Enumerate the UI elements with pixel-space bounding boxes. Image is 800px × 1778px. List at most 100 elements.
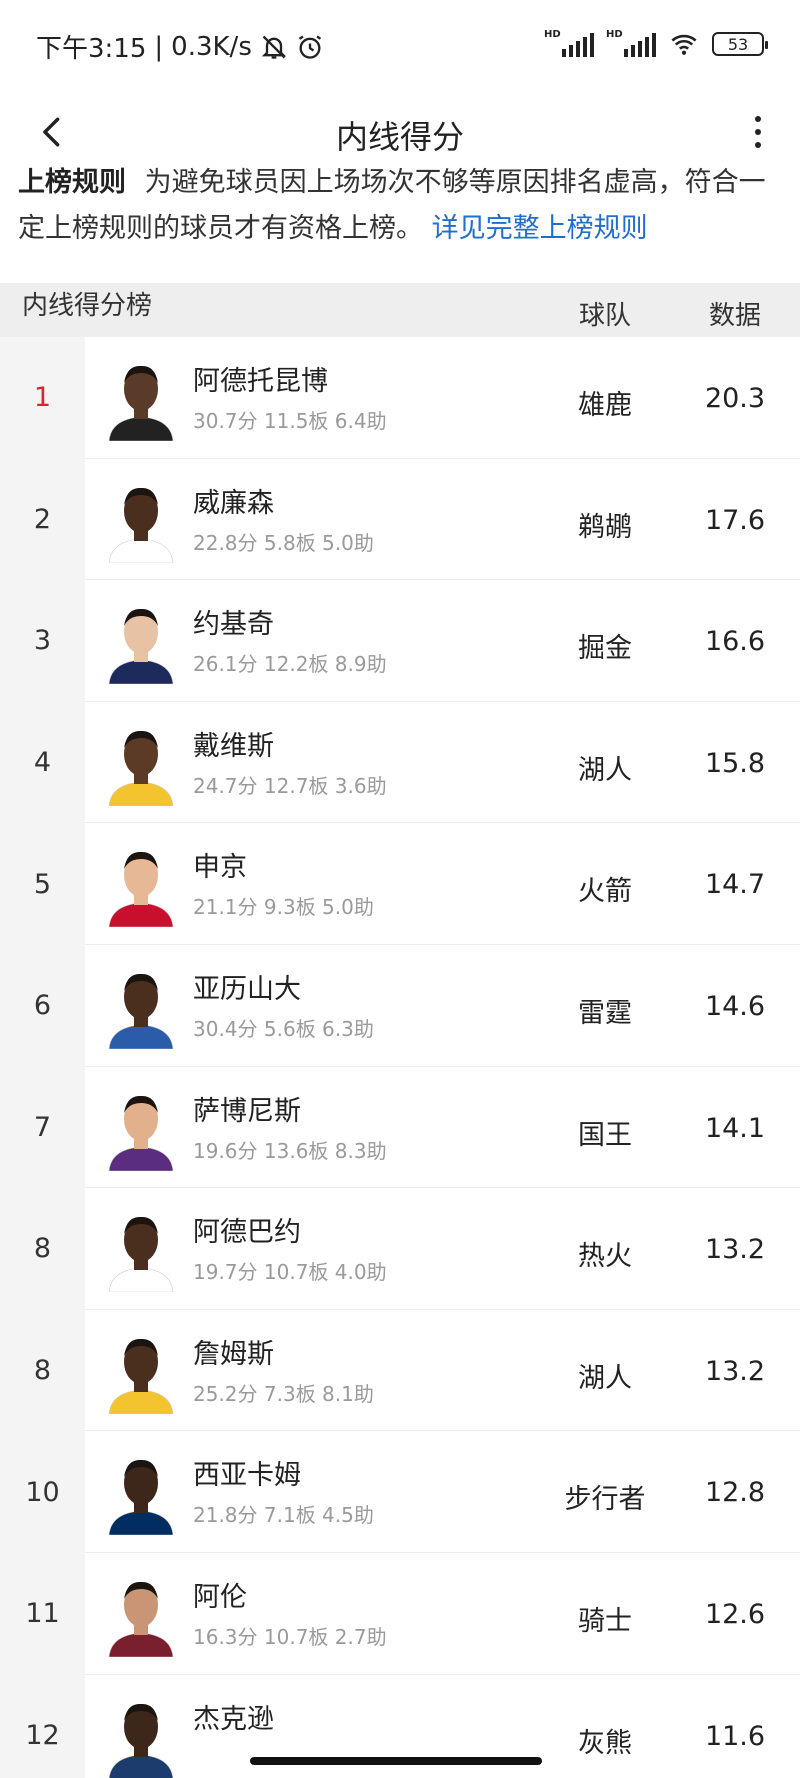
full-rules-link[interactable]: 详见完整上榜规则 xyxy=(432,213,648,244)
row-body: 亚历山大 30.4分 5.6板 6.3助 雷霆 14.6 xyxy=(85,945,800,1067)
rank-label: 6 xyxy=(33,990,52,1022)
stat-value: 14.7 xyxy=(704,869,766,901)
stat-value: 11.6 xyxy=(704,1720,766,1752)
row-body: 西亚卡姆 21.8分 7.1板 4.5助 步行者 12.8 xyxy=(85,1431,800,1553)
stat-value: 15.8 xyxy=(704,747,766,779)
table-header: 内线得分榜 球队 数据 xyxy=(0,283,800,337)
table-row[interactable]: 8 阿德巴约 19.7分 10.7板 4.0助 热火 13.2 xyxy=(0,1188,800,1310)
rank-number: 3 xyxy=(0,580,85,702)
mute-bell-icon xyxy=(261,35,287,59)
row-body: 约基奇 26.1分 12.2板 8.9助 掘金 16.6 xyxy=(85,580,800,702)
row-body: 戴维斯 24.7分 12.7板 3.6助 湖人 15.8 xyxy=(85,702,800,824)
rank-number: 12 xyxy=(0,1674,85,1778)
page-title: 内线得分 xyxy=(335,118,464,156)
player-stats: 26.1分 12.2板 8.9助 xyxy=(193,652,387,677)
table-row[interactable]: 4 戴维斯 24.7分 12.7板 3.6助 湖人 15.8 xyxy=(0,701,800,824)
player-stats: 21.1分 9.3板 5.0助 xyxy=(193,895,374,920)
player-avatar xyxy=(108,1338,174,1414)
column-header-team: 球队 xyxy=(578,301,631,331)
status-separator: | xyxy=(154,31,164,62)
stat-value: 13.2 xyxy=(704,1355,766,1387)
battery-icon: 53 xyxy=(712,32,768,56)
rank-label: 8 xyxy=(33,1355,52,1387)
stat-value: 12.8 xyxy=(704,1477,766,1509)
row-body: 威廉森 22.8分 5.8板 5.0助 鹈鹕 17.6 xyxy=(85,459,800,581)
team-name: 湖人 xyxy=(578,754,632,786)
network-speed: 0.3K/s xyxy=(171,31,252,62)
row-body: 阿德巴约 19.7分 10.7板 4.0助 热火 13.2 xyxy=(85,1188,800,1310)
player-avatar xyxy=(108,1217,174,1293)
team-name: 热火 xyxy=(578,1241,632,1273)
team-name: 骑士 xyxy=(578,1605,632,1637)
stat-value: 16.6 xyxy=(704,626,766,658)
rank-label: 7 xyxy=(33,1111,52,1143)
more-dot xyxy=(755,129,761,135)
team-name: 国王 xyxy=(578,1119,632,1151)
home-indicator[interactable] xyxy=(250,1757,542,1765)
team-name: 雄鹿 xyxy=(578,390,632,421)
team-name: 湖人 xyxy=(578,1362,632,1394)
stat-value: 14.6 xyxy=(704,990,766,1022)
column-header-data: 数据 xyxy=(708,301,761,331)
table-row[interactable]: 1 阿德托昆博 30.7分 11.5板 6.4助 雄鹿 20.3 xyxy=(0,337,800,459)
rank-label: 2 xyxy=(33,503,52,535)
player-stats: 19.6分 13.6板 8.3助 xyxy=(193,1138,387,1163)
rule-text: 为避免球员因上场场次不够等原因排名虚高，符合一定上榜规则的球员才有资格上榜。 xyxy=(18,167,766,244)
row-body: 阿德托昆博 30.7分 11.5板 6.4助 雄鹿 20.3 xyxy=(85,337,800,459)
rank-number: 6 xyxy=(0,944,85,1067)
table-row[interactable]: 11 阿伦 16.3分 10.7板 2.7助 骑士 12.6 xyxy=(0,1552,800,1675)
hd-label: HD xyxy=(544,29,561,40)
player-stats: 24.7分 12.7板 3.6助 xyxy=(193,773,387,798)
ranking-table: 内线得分榜 球队 数据 1 阿德托昆博 30.7分 11.5板 6.4助 雄鹿 20.3… xyxy=(0,283,800,1778)
row-body: 詹姆斯 25.2分 7.3板 8.1助 湖人 13.2 xyxy=(85,1310,800,1432)
more-button[interactable] xyxy=(738,102,778,162)
status-time: 下午3:15 xyxy=(36,34,147,64)
rank-label: 12 xyxy=(25,1719,60,1751)
row-body: 申京 21.1分 9.3板 5.0助 火箭 14.7 xyxy=(85,823,800,945)
table-row[interactable]: 7 萨博尼斯 19.6分 13.6板 8.3助 国王 14.1 xyxy=(0,1066,800,1189)
player-name: 阿德巴约 xyxy=(193,1217,301,1249)
table-row[interactable]: 10 西亚卡姆 21.8分 7.1板 4.5助 步行者 12.8 xyxy=(0,1431,800,1553)
stat-value: 17.6 xyxy=(704,504,766,536)
player-avatar xyxy=(108,730,174,806)
table-row[interactable]: 6 亚历山大 30.4分 5.6板 6.3助 雷霆 14.6 xyxy=(0,944,800,1067)
rule-label: 上榜规则 xyxy=(18,167,126,198)
player-stats: 21.8分 7.1板 4.5助 xyxy=(193,1503,374,1528)
table-title: 内线得分榜 xyxy=(22,291,153,321)
rank-label: 5 xyxy=(33,868,52,900)
signal-icon: HD xyxy=(606,29,656,57)
rank-label: 8 xyxy=(33,1233,52,1265)
stat-value: 14.1 xyxy=(704,1112,766,1144)
player-name: 亚历山大 xyxy=(193,973,301,1005)
row-body: 阿伦 16.3分 10.7板 2.7助 骑士 12.6 xyxy=(85,1553,800,1675)
player-avatar xyxy=(108,1460,174,1536)
rank-number: 4 xyxy=(0,701,85,824)
status-right: HD HD 53 xyxy=(544,29,768,58)
player-avatar xyxy=(108,973,174,1049)
rank-number: 10 xyxy=(0,1431,85,1553)
stat-value: 13.2 xyxy=(704,1234,766,1266)
signal-icon: HD xyxy=(544,29,594,57)
rank-label: 1 xyxy=(33,382,52,414)
player-avatar xyxy=(108,1581,174,1657)
ranking-rule: 上榜规则 为避免球员因上场场次不够等原因排名虚高，符合一定上榜规则的球员才有资格… xyxy=(18,160,788,252)
rank-number: 5 xyxy=(0,823,85,945)
player-stats: 19.7分 10.7板 4.0助 xyxy=(193,1260,387,1285)
team-name: 步行者 xyxy=(564,1484,646,1516)
wifi-icon xyxy=(671,34,697,55)
player-avatar xyxy=(108,1703,174,1778)
team-name: 雷霆 xyxy=(578,997,632,1029)
table-row[interactable]: 5 申京 21.1分 9.3板 5.0助 火箭 14.7 xyxy=(0,823,800,945)
stat-value: 20.3 xyxy=(704,383,766,414)
table-row[interactable]: 8 詹姆斯 25.2分 7.3板 8.1助 湖人 13.2 xyxy=(0,1309,800,1432)
table-row[interactable]: 3 约基奇 26.1分 12.2板 8.9助 掘金 16.6 xyxy=(0,580,800,702)
player-avatar xyxy=(108,852,174,928)
player-stats: 25.2分 7.3板 8.1助 xyxy=(193,1381,374,1406)
player-name: 阿德托昆博 xyxy=(193,366,328,397)
rank-number: 8 xyxy=(0,1188,85,1310)
rank-label: 4 xyxy=(33,747,52,779)
table-row[interactable]: 2 威廉森 22.8分 5.8板 5.0助 鹈鹕 17.6 xyxy=(0,458,800,581)
row-body: 萨博尼斯 19.6分 13.6板 8.3助 国王 14.1 xyxy=(85,1067,800,1189)
player-name: 杰克逊 xyxy=(193,1703,274,1735)
player-name: 戴维斯 xyxy=(193,730,274,762)
